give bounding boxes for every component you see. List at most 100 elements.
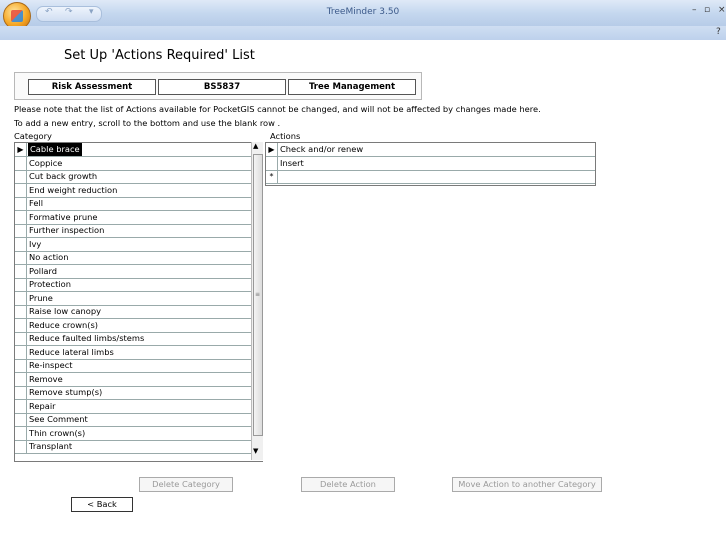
- category-cell[interactable]: Reduce crown(s): [29, 319, 98, 332]
- category-cell[interactable]: No action: [29, 251, 68, 264]
- pocketgis-note: Please note that the list of Actions ava…: [14, 104, 541, 114]
- category-list[interactable]: ▶ Cable brace Coppice Cut back growth End we…: [14, 142, 263, 462]
- row-selector[interactable]: [15, 291, 27, 305]
- category-cell[interactable]: Cut back growth: [29, 170, 97, 183]
- category-row[interactable]: Raise low canopy: [15, 305, 252, 319]
- category-row[interactable]: Thin crown(s): [15, 426, 252, 441]
- category-row[interactable]: Remove: [15, 372, 252, 387]
- row-selector[interactable]: [15, 237, 27, 251]
- category-row[interactable]: Ivy: [15, 237, 252, 252]
- category-row[interactable]: See Comment: [15, 413, 252, 427]
- category-cell[interactable]: Re-inspect: [29, 359, 73, 372]
- row-selector[interactable]: [15, 251, 27, 264]
- scroll-down-icon[interactable]: ▼: [253, 447, 258, 455]
- row-selector[interactable]: [15, 183, 27, 197]
- minimize-icon[interactable]: –: [692, 5, 697, 15]
- row-selector[interactable]: [15, 156, 27, 170]
- category-cell[interactable]: Cable brace: [28, 143, 82, 156]
- tab-tree-management[interactable]: Tree Management: [288, 79, 416, 95]
- category-row[interactable]: Reduce faulted limbs/stems: [15, 332, 252, 346]
- category-cell[interactable]: Ivy: [29, 238, 41, 251]
- action-cell[interactable]: Insert: [280, 157, 304, 170]
- category-row[interactable]: Remove stump(s): [15, 386, 252, 400]
- row-selector[interactable]: [15, 210, 27, 224]
- category-row[interactable]: Formative prune: [15, 210, 252, 225]
- category-cell[interactable]: Protection: [29, 278, 71, 291]
- category-cell[interactable]: Repair: [29, 400, 56, 413]
- row-selector[interactable]: [15, 264, 27, 278]
- delete-action-button[interactable]: Delete Action: [301, 477, 395, 492]
- category-row[interactable]: ▶ Cable brace: [15, 143, 252, 157]
- back-button[interactable]: < Back: [71, 497, 133, 512]
- action-new-row[interactable]: *: [266, 170, 595, 184]
- category-cell[interactable]: Remove stump(s): [29, 386, 102, 399]
- category-cell[interactable]: Thin crown(s): [29, 427, 85, 440]
- row-selector[interactable]: [15, 305, 27, 318]
- delete-category-button[interactable]: Delete Category: [139, 477, 233, 492]
- category-row[interactable]: No action: [15, 251, 252, 265]
- tab-risk-assessment[interactable]: Risk Assessment: [28, 79, 156, 95]
- category-cell[interactable]: Formative prune: [29, 211, 98, 224]
- row-selector[interactable]: [15, 345, 27, 359]
- category-cell[interactable]: Further inspection: [29, 224, 104, 237]
- row-selector[interactable]: [15, 413, 27, 426]
- category-cell[interactable]: Transplant: [29, 440, 72, 453]
- category-cell[interactable]: Raise low canopy: [29, 305, 101, 318]
- category-row[interactable]: Fell: [15, 197, 252, 211]
- category-row[interactable]: End weight reduction: [15, 183, 252, 198]
- category-cell[interactable]: Reduce faulted limbs/stems: [29, 332, 144, 345]
- category-row[interactable]: Repair: [15, 399, 252, 414]
- category-cell[interactable]: Coppice: [29, 157, 62, 170]
- page-title: Set Up 'Actions Required' List: [64, 48, 255, 63]
- category-row[interactable]: Prune: [15, 291, 252, 306]
- help-icon[interactable]: ?: [716, 27, 721, 37]
- close-icon[interactable]: ×: [718, 5, 726, 15]
- row-selector[interactable]: [266, 156, 278, 170]
- app-title: TreeMinder 3.50: [326, 7, 400, 17]
- row-selector[interactable]: [15, 440, 27, 453]
- new-row-marker: *: [266, 170, 278, 183]
- actions-list[interactable]: ▶ Check and/or renew Insert *: [265, 142, 596, 186]
- category-cell[interactable]: Prune: [29, 292, 53, 305]
- category-row[interactable]: Re-inspect: [15, 359, 252, 373]
- title-bar: ↶ ↷ ▾ TreeMinder 3.50 – ▫ ×: [0, 0, 726, 30]
- category-cell[interactable]: Reduce lateral limbs: [29, 346, 114, 359]
- row-selector[interactable]: [15, 372, 27, 386]
- row-selector[interactable]: [15, 332, 27, 345]
- row-selector[interactable]: [15, 318, 27, 332]
- category-row[interactable]: Further inspection: [15, 224, 252, 238]
- move-action-button[interactable]: Move Action to another Category: [452, 477, 602, 492]
- action-row[interactable]: Insert: [266, 156, 595, 171]
- row-selector[interactable]: [15, 399, 27, 413]
- restore-icon[interactable]: ▫: [704, 5, 710, 15]
- category-row[interactable]: Cut back growth: [15, 170, 252, 184]
- category-cell[interactable]: Pollard: [29, 265, 57, 278]
- category-row[interactable]: Coppice: [15, 156, 252, 171]
- category-row[interactable]: Protection: [15, 278, 252, 292]
- row-selector[interactable]: [15, 224, 27, 237]
- category-cell[interactable]: See Comment: [29, 413, 88, 426]
- category-cell[interactable]: End weight reduction: [29, 184, 117, 197]
- scroll-up-icon[interactable]: ▲: [253, 142, 258, 150]
- row-selector[interactable]: [15, 197, 27, 210]
- row-selector[interactable]: ▶: [266, 143, 278, 156]
- category-new-row[interactable]: [15, 454, 252, 460]
- action-row[interactable]: ▶ Check and/or renew: [266, 143, 595, 157]
- category-cell[interactable]: Remove: [29, 373, 63, 386]
- category-row[interactable]: Reduce lateral limbs: [15, 345, 252, 360]
- row-selector[interactable]: [15, 359, 27, 372]
- action-cell[interactable]: Check and/or renew: [280, 143, 363, 156]
- row-selector[interactable]: [15, 170, 27, 183]
- category-row[interactable]: Pollard: [15, 264, 252, 279]
- actions-header: Actions: [270, 131, 301, 141]
- row-selector[interactable]: ▶: [15, 143, 27, 156]
- category-row[interactable]: Transplant: [15, 440, 252, 454]
- category-scrollbar[interactable]: ▲ ≡ ▼: [251, 142, 263, 460]
- category-row[interactable]: Reduce crown(s): [15, 318, 252, 333]
- row-selector[interactable]: [15, 426, 27, 440]
- category-cell[interactable]: Fell: [29, 197, 43, 210]
- row-selector[interactable]: [15, 278, 27, 291]
- scrollbar-thumb[interactable]: ≡: [253, 154, 263, 436]
- tab-bs5837[interactable]: BS5837: [158, 79, 286, 95]
- row-selector[interactable]: [15, 386, 27, 399]
